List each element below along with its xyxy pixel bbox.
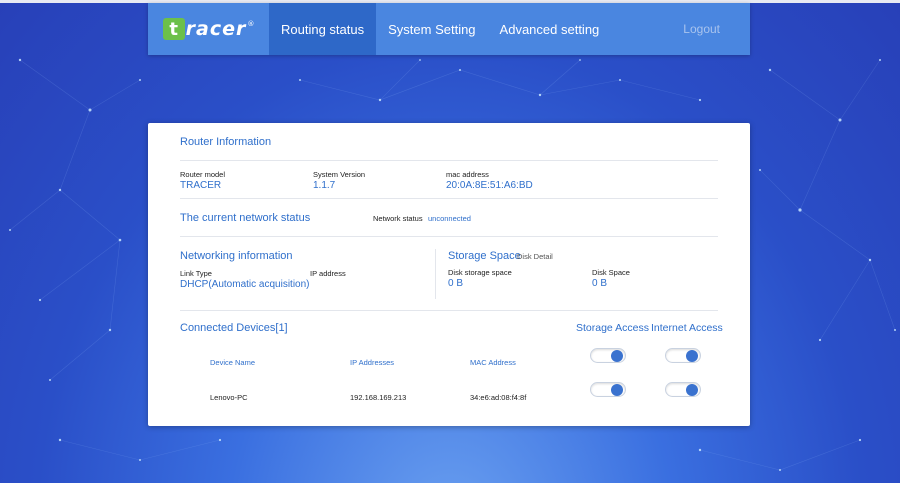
internet-access-header: Internet Access	[651, 322, 723, 334]
device-name-cell: Lenovo-PC	[210, 393, 248, 402]
col-ip-addresses: IP Addresses	[350, 358, 395, 367]
internet-access-all-toggle[interactable]	[665, 348, 701, 363]
ip-address-label: IP address	[310, 269, 346, 278]
disk-storage-label: Disk storage space	[448, 268, 512, 277]
device-mac-cell: 34:e6:ad:08:f4:8f	[470, 393, 527, 402]
divider	[180, 236, 718, 237]
disk-storage-value: 0 B	[448, 278, 464, 289]
device-ip-cell: 192.168.169.213	[350, 393, 407, 402]
router-model-value: TRACER	[180, 180, 222, 191]
device-internet-access-toggle[interactable]	[665, 382, 701, 397]
nav-system-setting[interactable]: System Setting	[376, 3, 487, 55]
tracer-logo: t racer ®	[162, 18, 255, 40]
network-status-label: Network status	[373, 214, 423, 223]
brand-logo[interactable]: t racer ®	[148, 3, 269, 55]
network-status-value: unconnected	[428, 214, 471, 223]
logout-button[interactable]: Logout	[671, 3, 750, 55]
mac-address-label: mac address	[446, 170, 489, 179]
system-version-value: 1.1.7	[313, 180, 336, 191]
link-type-value: DHCP(Automatic acquisition)	[180, 279, 310, 290]
col-device-name: Device Name	[210, 358, 256, 367]
mac-address-value: 20:0A:8E:51:A6:BD	[446, 180, 533, 191]
top-navbar: t racer ® Routing status System Setting …	[148, 3, 750, 55]
disk-space-label: Disk Space	[592, 268, 630, 277]
networking-info-title: Networking information	[180, 250, 293, 262]
storage-access-all-toggle[interactable]	[590, 348, 626, 363]
disk-space-value: 0 B	[592, 278, 608, 289]
nav-advanced-setting[interactable]: Advanced setting	[488, 3, 612, 55]
divider	[180, 310, 718, 311]
disk-detail-link[interactable]: Disk Detail	[517, 252, 553, 261]
nav-routing-status[interactable]: Routing status	[269, 3, 377, 55]
network-status-title: The current network status	[180, 212, 311, 224]
storage-space-title: Storage Space	[448, 250, 521, 262]
router-info-title: Router Information	[180, 136, 272, 148]
device-storage-access-toggle[interactable]	[590, 382, 626, 397]
divider	[180, 198, 718, 199]
toggle-knob	[686, 350, 698, 362]
toggle-knob	[611, 350, 623, 362]
toggle-knob	[686, 384, 698, 396]
col-mac-address: MAC Address	[470, 358, 516, 367]
vertical-divider	[435, 249, 436, 299]
status-card: Router Information Router model TRACER S…	[148, 123, 750, 426]
registered-mark: ®	[247, 20, 255, 28]
system-version-label: System Version	[313, 170, 366, 179]
divider	[180, 160, 718, 161]
toggle-knob	[611, 384, 623, 396]
router-model-label: Router model	[180, 170, 226, 179]
link-type-label: Link Type	[180, 269, 212, 278]
logo-text: racer	[185, 18, 247, 40]
storage-access-header: Storage Access	[576, 322, 649, 334]
connected-devices-title: Connected Devices[1]	[180, 322, 288, 334]
logo-letter: t	[162, 18, 185, 40]
